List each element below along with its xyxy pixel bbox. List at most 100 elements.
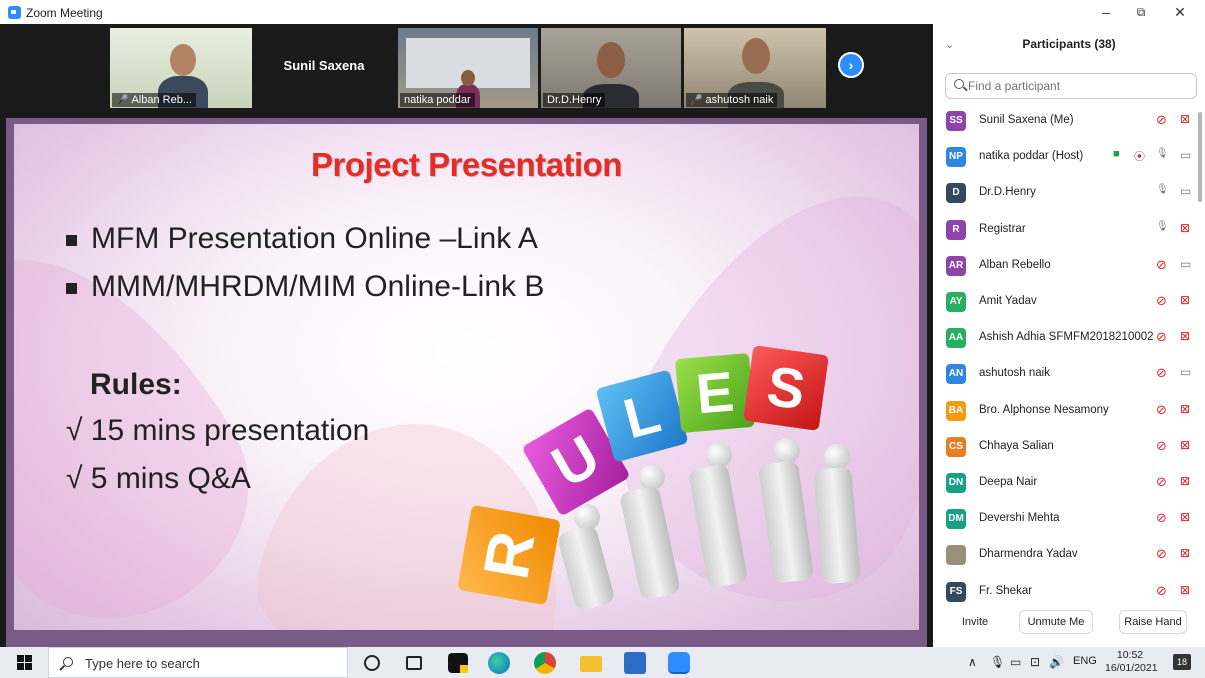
participant-row[interactable]: FS Fr. Shekar ⊘ ⊠ (933, 578, 1205, 614)
muted-mic-icon[interactable]: ⊘ (1156, 257, 1167, 273)
video-off-icon[interactable]: ⊠ (1180, 402, 1190, 416)
search-icon (63, 657, 73, 667)
video-off-icon[interactable]: ⊠ (1180, 329, 1190, 343)
video-tile-alban[interactable]: 🎤 Alban Reb... (110, 28, 252, 108)
muted-mic-icon[interactable]: ⊘ (1156, 510, 1167, 526)
network-icon[interactable]: ⊡ (1030, 655, 1040, 669)
panel-header: ⌄ Participants (38) (933, 30, 1205, 58)
avatar: AA (946, 328, 966, 349)
muted-mic-icon[interactable]: ⊘ (1156, 329, 1167, 345)
video-icon[interactable]: ▭ (1180, 365, 1191, 379)
muted-mic-icon[interactable]: ⊘ (1156, 365, 1167, 381)
avatar: NP (946, 147, 966, 168)
muted-mic-icon[interactable]: ⊘ (1156, 583, 1167, 599)
minimize-button[interactable]: – (1091, 2, 1121, 22)
participant-name: ashutosh naik (979, 367, 1050, 380)
participant-search[interactable] (945, 73, 1197, 99)
participant-row[interactable]: DN Deepa Nair ⊘ ⊠ (933, 469, 1205, 505)
muted-mic-icon[interactable]: ⊘ (1156, 402, 1167, 418)
participants-title: Participants (38) (1022, 37, 1116, 51)
figure-head (774, 438, 800, 464)
video-tile-henry[interactable]: Dr.D.Henry (541, 28, 681, 108)
mic-icon[interactable]: 🎙 (1156, 184, 1169, 195)
video-off-icon[interactable]: ⊠ (1180, 546, 1190, 560)
cortana-icon[interactable] (364, 655, 380, 671)
chrome-browser-icon[interactable] (534, 652, 556, 674)
sticky-notes-icon[interactable] (448, 653, 468, 673)
participant-row[interactable]: Dharmendra Yadav ⊘ ⊠ (933, 541, 1205, 577)
battery-icon[interactable]: ▭ (1010, 655, 1021, 669)
muted-mic-icon[interactable]: ⊘ (1156, 546, 1167, 562)
avatar: BA (946, 400, 966, 421)
video-off-icon[interactable]: ⊠ (1180, 438, 1190, 452)
window-title: Zoom Meeting (26, 6, 103, 20)
video-off-icon[interactable]: ⊠ (1180, 293, 1190, 307)
muted-mic-icon[interactable]: ⊘ (1156, 112, 1167, 128)
restore-button[interactable]: ⧉ (1126, 2, 1156, 22)
participant-row[interactable]: SS Sunil Saxena (Me) ⊘ ⊠ (933, 107, 1205, 143)
slide-bullet: MFM Presentation Online –Link A (66, 222, 538, 256)
participant-row[interactable]: CS Chhaya Salian ⊘ ⊠ (933, 433, 1205, 469)
participant-row[interactable]: AR Alban Rebello ⊘ ▭ (933, 252, 1205, 288)
rules-heading: Rules: (90, 368, 182, 401)
participant-head (597, 42, 625, 78)
participant-row[interactable]: AA Ashish Adhia SFMFM2018210002 ⊘ ⊠ (933, 324, 1205, 360)
edge-browser-icon[interactable] (488, 652, 510, 674)
avatar: AY (946, 292, 966, 312)
notification-center-icon[interactable]: 18 (1173, 654, 1191, 670)
muted-mic-icon[interactable]: ⊘ (1156, 293, 1167, 309)
video-off-icon[interactable]: ⊠ (1180, 510, 1190, 524)
unmute-me-button[interactable]: Unmute Me (1019, 610, 1093, 634)
video-off-icon[interactable]: ⊠ (1180, 221, 1190, 235)
muted-mic-icon[interactable]: ⊘ (1156, 474, 1167, 490)
participant-row[interactable]: DM Devershi Mehta ⊘ ⊠ (933, 505, 1205, 541)
raise-hand-button[interactable]: Raise Hand (1119, 610, 1187, 634)
video-tile-natika[interactable]: natika poddar (398, 28, 538, 108)
participant-head (461, 70, 475, 86)
taskbar: Type here to search ∧ 🎙 ▭ ⊡ 🔊 ENG 10:52 … (0, 647, 1205, 678)
windows-start-icon[interactable] (17, 655, 32, 670)
video-icon[interactable]: ▭ (1180, 184, 1191, 198)
file-explorer-icon[interactable] (580, 656, 602, 672)
task-view-icon[interactable] (406, 656, 422, 670)
zoom-app-icon[interactable] (668, 652, 690, 674)
chevron-right-icon[interactable]: › (838, 52, 864, 78)
clock-time: 10:52 (1116, 649, 1144, 661)
language-indicator[interactable]: ENG (1073, 655, 1097, 667)
video-off-icon[interactable]: ⊠ (1180, 583, 1190, 597)
mic-icon[interactable]: 🎙 (1156, 221, 1169, 232)
video-icon[interactable]: ▭ (1180, 257, 1191, 271)
volume-icon[interactable]: 🔊 (1049, 655, 1064, 669)
participant-name: Bro. Alphonse Nesamony (979, 403, 1109, 416)
muted-mic-icon[interactable]: ⊘ (1156, 438, 1167, 454)
participant-name: Sunil Saxena (Me) (979, 114, 1074, 126)
participant-head (170, 44, 196, 76)
record-icon: ⦿ (1134, 151, 1145, 164)
participant-row[interactable]: AY Amit Yadav ⊘ ⊠ (933, 288, 1205, 324)
rule-item: √ 5 mins Q&A (66, 462, 251, 495)
video-off-icon[interactable]: ⊠ (1180, 474, 1190, 488)
participant-row[interactable]: R Registrar 🎙 ⊠ (933, 216, 1205, 252)
participant-name: Ashish Adhia SFMFM2018210002 (979, 331, 1154, 344)
participant-row[interactable]: NP natika poddar (Host) ■ ⦿ 🎙 ▭ (933, 143, 1205, 179)
video-tile-ashutosh[interactable]: 🎤 ashutosh naik (684, 28, 826, 108)
video-tile-sunil[interactable]: Sunil Saxena (253, 28, 395, 108)
video-off-icon[interactable]: ⊠ (1180, 112, 1190, 126)
chevron-up-icon[interactable]: ∧ (968, 655, 977, 669)
mic-icon[interactable]: 🎙 (1156, 148, 1169, 159)
video-icon[interactable]: ▭ (1180, 148, 1191, 162)
search-icon (954, 79, 964, 89)
photos-app-icon[interactable] (624, 652, 646, 674)
taskbar-clock[interactable]: 10:52 16/01/2021 (1105, 649, 1158, 675)
taskbar-search[interactable]: Type here to search (48, 647, 348, 678)
participant-row[interactable]: BA Bro. Alphonse Nesamony ⊘ ⊠ (933, 397, 1205, 433)
microphone-icon[interactable]: 🎙 (990, 655, 1005, 669)
video-strip: 🎤 Alban Reb... Sunil Saxena natika poddar… (0, 24, 933, 110)
scrollbar[interactable] (1198, 112, 1202, 202)
participant-row[interactable]: AN ashutosh naik ⊘ ▭ (933, 360, 1205, 396)
avatar: AN (946, 364, 966, 385)
close-button[interactable]: ✕ (1165, 2, 1195, 22)
search-input[interactable] (968, 79, 1188, 93)
participant-row[interactable]: D Dr.D.Henry 🎙 ▭ (933, 179, 1205, 215)
invite-button[interactable]: Invite (955, 610, 995, 634)
